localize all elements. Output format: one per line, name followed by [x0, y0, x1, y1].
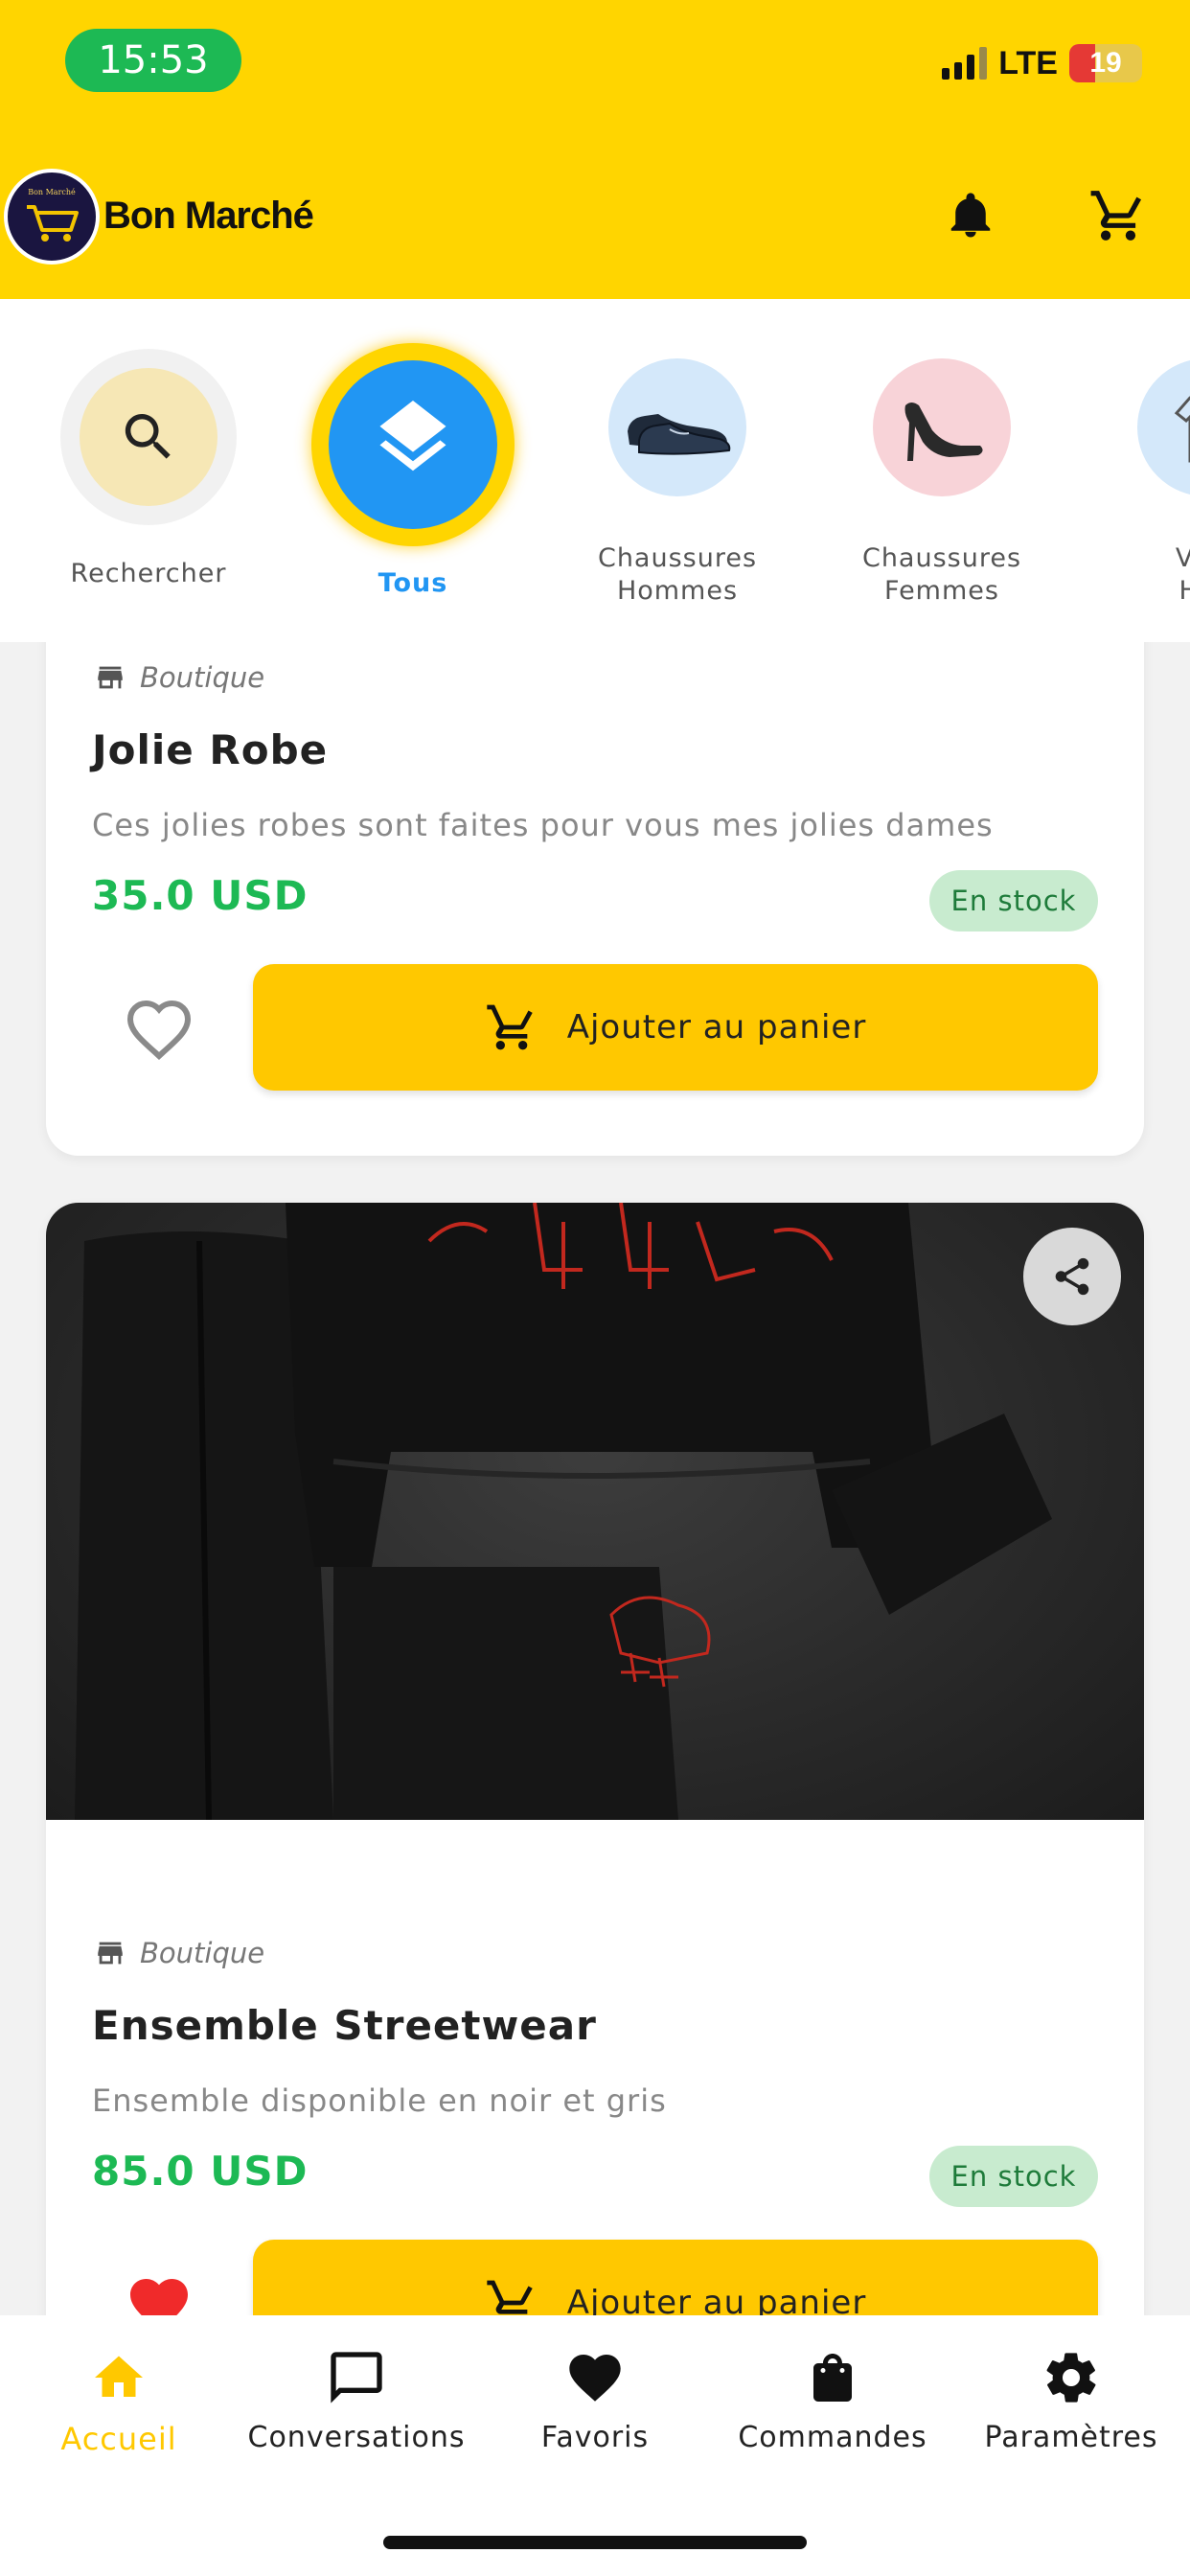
status-time: 15:53 — [65, 29, 241, 92]
heel-icon — [873, 358, 1011, 496]
product-price: 85.0 USD — [92, 2148, 309, 2195]
product-card[interactable]: Boutique Ensemble Streetwear Ensemble di… — [46, 1203, 1144, 2315]
nav-label: Conversations — [247, 2421, 466, 2454]
product-description: Ces jolies robes sont faites pour vous m… — [92, 807, 994, 843]
category-label: Chaussures Hommes — [597, 543, 758, 606]
category-label: Tous — [378, 568, 448, 598]
share-icon — [1055, 1257, 1089, 1296]
category-strip: Rechercher Tous Chaussures Hommes Chaussu… — [0, 299, 1190, 642]
svg-text:Bon Marché: Bon Marché — [28, 188, 76, 196]
app-header: 15:53 LTE 19 Bon Marché Bon Marché — [0, 0, 1190, 299]
gear-icon — [1046, 2353, 1096, 2403]
heart-icon — [569, 2355, 621, 2402]
shop-name: Boutique — [140, 661, 265, 694]
share-button[interactable] — [1023, 1228, 1121, 1325]
favorite-filled-icon[interactable] — [123, 2268, 195, 2315]
cart-icon[interactable] — [1085, 182, 1152, 249]
nav-conversations[interactable]: Conversations — [238, 2344, 475, 2454]
shop-label: Boutique — [94, 1937, 264, 1969]
cart-icon — [487, 2280, 533, 2314]
nav-label: Paramètres — [984, 2421, 1158, 2454]
product-description: Ensemble disponible en noir et gris — [92, 2082, 667, 2119]
bag-icon — [813, 2354, 852, 2402]
store-icon — [98, 1942, 123, 1965]
nav-home[interactable]: Accueil — [0, 2344, 238, 2457]
product-price: 35.0 USD — [92, 872, 309, 919]
nav-settings[interactable]: Paramètres — [952, 2344, 1190, 2454]
product-title: Jolie Robe — [92, 726, 329, 773]
category-label: Chaussures Femmes — [861, 543, 1022, 606]
brand-name: Bon Marché — [103, 195, 314, 237]
stock-badge: En stock — [929, 2146, 1098, 2207]
layers-icon — [379, 401, 446, 472]
nav-orders[interactable]: Commandes — [714, 2344, 951, 2454]
clothing-icon — [1137, 358, 1190, 496]
category-label: VêteHon — [1175, 543, 1190, 606]
battery-icon: 19 — [1069, 44, 1142, 82]
cart-icon — [487, 1004, 533, 1050]
status-indicators: LTE 19 — [942, 44, 1142, 82]
category-all-ring — [311, 343, 515, 546]
home-icon — [95, 2356, 143, 2397]
add-to-cart-button[interactable]: Ajouter au panier — [253, 964, 1098, 1091]
nav-label: Commandes — [738, 2421, 927, 2454]
product-feed[interactable]: Boutique Jolie Robe Ces jolies robes son… — [0, 642, 1190, 2315]
men-shoe-icon — [608, 358, 746, 496]
search-icon — [125, 414, 171, 459]
shop-name: Boutique — [140, 1937, 265, 1969]
favorite-outline-icon[interactable] — [123, 993, 195, 1066]
product-card[interactable]: Boutique Jolie Robe Ces jolies robes son… — [46, 642, 1144, 1156]
product-title: Ensemble Streetwear — [92, 2002, 597, 2049]
category-label: Rechercher — [70, 559, 227, 588]
nav-label: Accueil — [60, 2421, 177, 2457]
network-label: LTE — [998, 44, 1058, 81]
nav-favorites[interactable]: Favoris — [476, 2344, 714, 2454]
streetwear-photo — [75, 1203, 1052, 1820]
time-text: 15:53 — [98, 38, 209, 82]
chat-icon — [331, 2352, 382, 2404]
bell-icon[interactable] — [937, 182, 1004, 249]
add-to-cart-button[interactable]: Ajouter au panier — [253, 2240, 1098, 2315]
category-search-ring — [60, 349, 237, 525]
signal-icon — [942, 47, 988, 80]
shop-label: Boutique — [94, 661, 264, 694]
stock-badge: En stock — [929, 870, 1098, 932]
home-indicator — [383, 2536, 807, 2549]
store-icon — [98, 666, 123, 689]
product-image[interactable] — [46, 1203, 1144, 1820]
add-to-cart-label: Ajouter au panier — [566, 1008, 867, 1046]
battery-level: 19 — [1089, 47, 1122, 79]
brand-logo: Bon Marché — [4, 169, 100, 264]
add-to-cart-label: Ajouter au panier — [566, 2284, 867, 2315]
nav-label: Favoris — [540, 2421, 650, 2454]
